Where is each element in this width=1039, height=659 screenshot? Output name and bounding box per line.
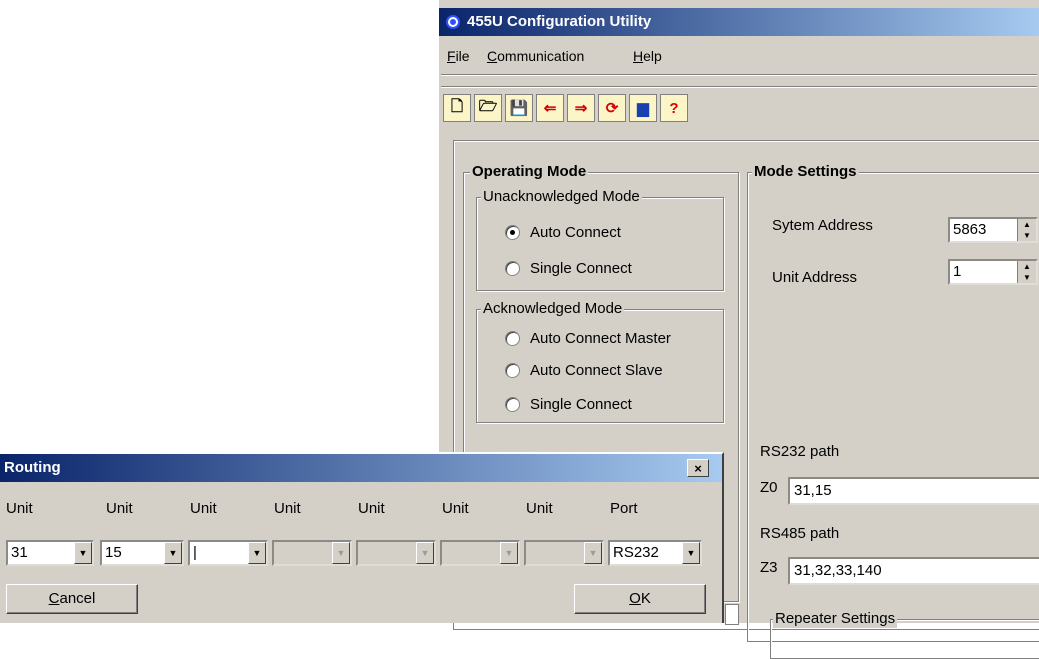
close-icon: × xyxy=(694,461,702,476)
radio-ack-single-connect[interactable]: Single Connect xyxy=(505,396,632,413)
help-icon: ? xyxy=(669,99,679,117)
window-title: 455U Configuration Utility xyxy=(467,13,652,30)
radio-auto-connect[interactable]: Auto Connect xyxy=(505,224,621,241)
unit-combo-4[interactable]: ▼ xyxy=(272,540,352,566)
diagnostics-button[interactable]: ▆ xyxy=(629,94,657,122)
repeater-settings-title: Repeater Settings xyxy=(773,610,898,628)
unit-address-label: Unit Address xyxy=(772,269,858,286)
operating-mode-title: Operating Mode xyxy=(470,163,589,181)
rs485-path-input[interactable]: 31,32,33,140 xyxy=(788,557,1039,585)
diagnostics-icon: ▆ xyxy=(637,100,649,117)
save-button[interactable]: 💾 xyxy=(505,94,533,122)
column-header-unit: Unit xyxy=(6,500,33,517)
save-icon: 💾 xyxy=(509,100,529,117)
app-icon xyxy=(446,15,460,29)
column-header-unit: Unit xyxy=(358,500,385,517)
menu-file[interactable]: File xyxy=(447,48,470,64)
system-address-spinner[interactable]: 5863 ▲ ▼ xyxy=(948,217,1038,243)
mode-settings-group: Mode Settings Sytem Address 5863 ▲ ▼ Unit… xyxy=(747,163,1039,659)
dropdown-arrow-icon[interactable]: ▼ xyxy=(164,542,182,564)
menu-bar: File Communication Help xyxy=(439,38,1039,72)
new-file-button[interactable]: 🗋 xyxy=(443,94,471,122)
upload-icon: ⇐ xyxy=(543,100,557,117)
column-header-unit: Unit xyxy=(190,500,217,517)
radio-unselected-icon xyxy=(505,397,520,412)
dropdown-arrow-icon[interactable]: ▼ xyxy=(682,542,700,564)
radio-auto-connect-slave[interactable]: Auto Connect Slave xyxy=(505,362,663,379)
upload-button[interactable]: ⇐ xyxy=(536,94,564,122)
column-header-port: Port xyxy=(610,500,638,517)
reset-icon: ⟳ xyxy=(605,100,619,117)
acknowledged-mode-group: Acknowledged Mode Auto Connect Master Au… xyxy=(476,300,724,423)
column-header-unit: Unit xyxy=(274,500,301,517)
menu-help[interactable]: Help xyxy=(633,48,662,64)
new-file-icon: 🗋 xyxy=(450,97,464,115)
title-bar: 455U Configuration Utility xyxy=(439,8,1039,36)
port-combo[interactable]: RS232 ▼ xyxy=(608,540,702,566)
unit-combo-6[interactable]: ▼ xyxy=(440,540,520,566)
repeater-settings-group: Repeater Settings xyxy=(770,610,1039,659)
mode-settings-title: Mode Settings xyxy=(752,163,859,181)
unit-combo-2[interactable]: 15 ▼ xyxy=(100,540,184,566)
open-button[interactable]: 🗁 xyxy=(474,94,502,122)
routing-dialog: Routing × Unit Unit Unit Unit Unit Unit … xyxy=(0,452,724,623)
column-header-unit: Unit xyxy=(106,500,133,517)
unit-combo-3[interactable]: | ▼ xyxy=(188,540,268,566)
rs232-path-label: RS232 path xyxy=(760,443,840,460)
unit-combo-5[interactable]: ▼ xyxy=(356,540,436,566)
menu-communication[interactable]: Communication xyxy=(487,48,584,64)
radio-auto-connect-master[interactable]: Auto Connect Master xyxy=(505,330,671,347)
close-button[interactable]: × xyxy=(687,459,709,477)
rs485-prefix: Z3 xyxy=(760,559,778,576)
dropdown-arrow-icon[interactable]: ▼ xyxy=(500,542,518,564)
reset-button[interactable]: ⟳ xyxy=(598,94,626,122)
routing-title-bar: Routing xyxy=(0,454,722,482)
download-button[interactable]: ⇒ xyxy=(567,94,595,122)
rs232-path-input[interactable]: 31,15 xyxy=(788,477,1039,505)
help-button[interactable]: ? xyxy=(660,94,688,122)
toolbar: 🗋 🗁 💾 ⇐ ⇒ ⟳ ▆ ? xyxy=(443,94,743,128)
ok-button[interactable]: OK xyxy=(574,584,706,614)
radio-unselected-icon xyxy=(505,261,520,276)
radio-unselected-icon xyxy=(505,331,520,346)
dropdown-arrow-icon[interactable]: ▼ xyxy=(74,542,92,564)
dropdown-arrow-icon[interactable]: ▼ xyxy=(332,542,350,564)
cancel-button[interactable]: Cancel xyxy=(6,584,138,614)
unacknowledged-mode-group: Unacknowledged Mode Auto Connect Single … xyxy=(476,188,724,291)
column-header-unit: Unit xyxy=(442,500,469,517)
rs232-prefix: Z0 xyxy=(760,479,778,496)
menu-separator xyxy=(441,74,1037,76)
unit-combo-7[interactable]: ▼ xyxy=(524,540,604,566)
unit-address-spinner[interactable]: 1 ▲ ▼ xyxy=(948,259,1038,285)
unit-address-value: 1 xyxy=(953,263,962,280)
spinner-arrows-icon[interactable]: ▲ ▼ xyxy=(1017,219,1036,241)
hidden-control xyxy=(725,604,739,625)
column-header-unit: Unit xyxy=(526,500,553,517)
dropdown-arrow-icon[interactable]: ▼ xyxy=(416,542,434,564)
radio-unselected-icon xyxy=(505,363,520,378)
spinner-arrows-icon[interactable]: ▲ ▼ xyxy=(1017,261,1036,283)
system-address-value: 5863 xyxy=(953,221,987,238)
unit-combo-1[interactable]: 31 ▼ xyxy=(6,540,94,566)
acknowledged-mode-title: Acknowledged Mode xyxy=(481,300,625,318)
dropdown-arrow-icon[interactable]: ▼ xyxy=(584,542,602,564)
dropdown-arrow-icon[interactable]: ▼ xyxy=(248,542,266,564)
radio-single-connect[interactable]: Single Connect xyxy=(505,260,632,277)
system-address-label: Sytem Address xyxy=(772,217,873,234)
radio-selected-icon xyxy=(505,225,520,240)
open-folder-icon: 🗁 xyxy=(478,97,498,115)
toolbar-separator xyxy=(441,86,1037,88)
routing-title: Routing xyxy=(4,459,61,476)
unacknowledged-mode-title: Unacknowledged Mode xyxy=(481,188,642,206)
rs485-path-label: RS485 path xyxy=(760,525,840,542)
download-icon: ⇒ xyxy=(574,100,588,117)
